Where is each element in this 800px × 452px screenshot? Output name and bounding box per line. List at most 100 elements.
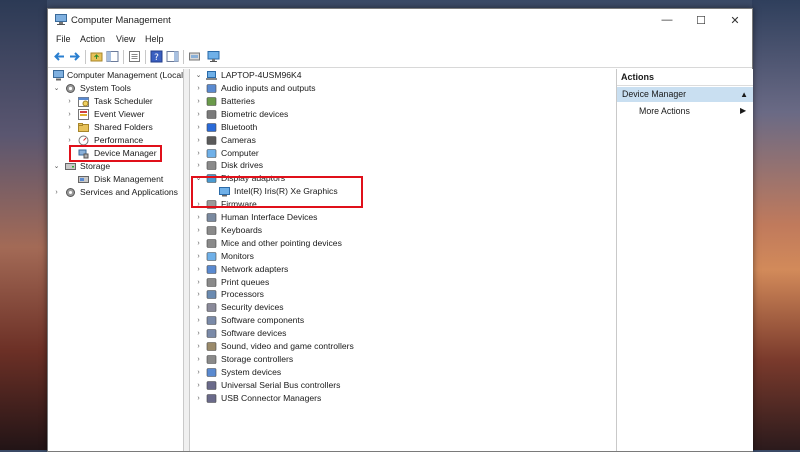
device-tree-root[interactable]: ⌄ LAPTOP-4USM96K4 bbox=[194, 69, 594, 82]
chevron-right-icon[interactable]: › bbox=[194, 301, 203, 314]
device-category-universal-serial-bus-controllers[interactable]: › Universal Serial Bus controllers bbox=[194, 379, 594, 392]
minimize-button[interactable]: — bbox=[650, 9, 684, 31]
chevron-right-icon[interactable]: › bbox=[194, 237, 203, 250]
tree-item-computer-management[interactable]: Computer Management (Local bbox=[52, 69, 183, 82]
device-category-usb-connector-managers[interactable]: › USB Connector Managers bbox=[194, 392, 594, 405]
chevron-right-icon[interactable]: › bbox=[65, 108, 74, 121]
device-category-mice-and-other-pointing-devices[interactable]: › Mice and other pointing devices bbox=[194, 237, 594, 250]
close-button[interactable]: ✕ bbox=[718, 9, 752, 31]
device-category-processors[interactable]: › Processors bbox=[194, 288, 594, 301]
scan-hardware-icon[interactable] bbox=[188, 50, 201, 63]
chevron-right-icon[interactable]: › bbox=[194, 134, 203, 147]
properties-icon[interactable] bbox=[128, 50, 141, 63]
device-tree-pane: ⌄ LAPTOP-4USM96K4 › Audio inputs and outp… bbox=[190, 69, 616, 451]
storage-icon bbox=[65, 163, 76, 170]
help-icon[interactable]: ? bbox=[150, 50, 163, 63]
chevron-right-icon[interactable]: › bbox=[194, 340, 203, 353]
up-folder-icon[interactable] bbox=[90, 50, 103, 63]
chevron-right-icon[interactable]: › bbox=[194, 392, 203, 405]
chevron-right-icon[interactable]: › bbox=[194, 147, 203, 160]
show-hide-action-pane-icon[interactable] bbox=[166, 50, 179, 63]
actions-device-manager[interactable]: Device Manager ▲ bbox=[617, 87, 753, 102]
monitor-icon[interactable] bbox=[207, 50, 220, 63]
menu-help[interactable]: Help bbox=[145, 34, 164, 44]
chevron-right-icon[interactable]: › bbox=[194, 327, 203, 340]
device-category-storage-controllers[interactable]: › Storage controllers bbox=[194, 353, 594, 366]
chevron-down-icon[interactable]: ⌄ bbox=[52, 160, 61, 173]
chevron-right-icon[interactable]: › bbox=[194, 95, 203, 108]
device-category-security-devices[interactable]: › Security devices bbox=[194, 301, 594, 314]
menu-action[interactable]: Action bbox=[80, 34, 105, 44]
chevron-right-icon[interactable]: › bbox=[65, 95, 74, 108]
chevron-right-icon[interactable]: › bbox=[194, 121, 203, 134]
collapse-up-icon[interactable]: ▲ bbox=[740, 87, 748, 102]
more-actions-item[interactable]: More Actions bbox=[639, 106, 690, 116]
chevron-right-icon[interactable]: › bbox=[52, 186, 61, 199]
device-category-software-devices[interactable]: › Software devices bbox=[194, 327, 594, 340]
chevron-right-icon[interactable]: › bbox=[194, 314, 203, 327]
chevron-right-icon[interactable]: › bbox=[194, 379, 203, 392]
device-pane-scrollbar[interactable] bbox=[602, 69, 617, 451]
back-arrow-icon[interactable] bbox=[53, 50, 66, 63]
chevron-right-icon[interactable]: › bbox=[194, 250, 203, 263]
menu-file[interactable]: File bbox=[56, 34, 71, 44]
device-category-keyboards[interactable]: › Keyboards bbox=[194, 224, 594, 237]
device-category-batteries[interactable]: › Batteries bbox=[194, 95, 594, 108]
toolbar-separator bbox=[85, 50, 86, 64]
tree-item-system-tools[interactable]: ⌄ System Tools bbox=[52, 82, 182, 95]
forward-arrow-icon[interactable] bbox=[68, 50, 81, 63]
tree-item-event-viewer[interactable]: › Event Viewer bbox=[52, 108, 182, 121]
chevron-right-icon[interactable]: › bbox=[194, 82, 203, 95]
device-category-cameras[interactable]: › Cameras bbox=[194, 134, 594, 147]
desktop-wallpaper-left bbox=[0, 0, 47, 450]
svg-text:?: ? bbox=[154, 53, 159, 63]
device-category-network-adapters[interactable]: › Network adapters bbox=[194, 263, 594, 276]
show-hide-console-tree-icon[interactable] bbox=[106, 50, 119, 63]
tree-item-shared-folders[interactable]: › Shared Folders bbox=[52, 121, 182, 134]
chevron-right-icon[interactable]: › bbox=[194, 108, 203, 121]
device-category-icon bbox=[206, 122, 217, 132]
device-category-monitors[interactable]: › Monitors bbox=[194, 250, 594, 263]
tree-item-task-scheduler[interactable]: › Task Scheduler bbox=[52, 95, 182, 108]
device-category-icon bbox=[206, 109, 217, 119]
pane-splitter[interactable] bbox=[183, 69, 190, 451]
tree-label: Shared Folders bbox=[94, 122, 153, 132]
device-category-label: System devices bbox=[221, 366, 282, 377]
maximize-button[interactable]: ☐ bbox=[684, 9, 718, 31]
chevron-right-icon[interactable]: › bbox=[194, 224, 203, 237]
chevron-right-icon[interactable]: › bbox=[194, 276, 203, 289]
window-title: Computer Management bbox=[71, 15, 171, 26]
device-category-label: Biometric devices bbox=[221, 108, 289, 119]
device-category-bluetooth[interactable]: › Bluetooth bbox=[194, 121, 594, 134]
computer-management-icon bbox=[53, 70, 64, 81]
device-category-icon bbox=[206, 290, 217, 300]
device-category-icon bbox=[206, 367, 217, 377]
computer-management-window: Computer Management — ☐ ✕ File Action Vi… bbox=[47, 8, 753, 452]
chevron-right-icon[interactable]: › bbox=[194, 353, 203, 366]
device-category-audio-inputs-and-outputs[interactable]: › Audio inputs and outputs bbox=[194, 82, 594, 95]
device-category-human-interface-devices[interactable]: › Human Interface Devices bbox=[194, 211, 594, 224]
device-category-disk-drives[interactable]: › Disk drives bbox=[194, 159, 594, 172]
device-category-label: Software devices bbox=[221, 328, 287, 339]
device-category-computer[interactable]: › Computer bbox=[194, 147, 594, 160]
chevron-right-icon[interactable]: › bbox=[194, 288, 203, 301]
toolbar: ? bbox=[48, 47, 752, 68]
device-category-software-components[interactable]: › Software components bbox=[194, 314, 594, 327]
device-category-biometric-devices[interactable]: › Biometric devices bbox=[194, 108, 594, 121]
tree-item-services-and-applications[interactable]: › Services and Applications bbox=[52, 186, 182, 199]
device-category-label: Cameras bbox=[221, 134, 256, 145]
chevron-right-icon[interactable]: › bbox=[65, 121, 74, 134]
chevron-down-icon[interactable]: ⌄ bbox=[194, 69, 203, 82]
device-category-label: Audio inputs and outputs bbox=[221, 83, 316, 93]
menu-view[interactable]: View bbox=[116, 34, 135, 44]
chevron-right-icon[interactable]: › bbox=[194, 211, 203, 224]
chevron-down-icon[interactable]: ⌄ bbox=[52, 82, 61, 95]
tree-item-disk-management[interactable]: Disk Management bbox=[52, 173, 182, 186]
device-category-system-devices[interactable]: › System devices bbox=[194, 366, 594, 379]
device-category-sound-video-and-game-controllers[interactable]: › Sound, video and game controllers bbox=[194, 340, 594, 353]
device-category-print-queues[interactable]: › Print queues bbox=[194, 276, 594, 289]
submenu-arrow-icon[interactable]: ▶ bbox=[740, 106, 746, 115]
chevron-right-icon[interactable]: › bbox=[194, 159, 203, 172]
chevron-right-icon[interactable]: › bbox=[194, 263, 203, 276]
chevron-right-icon[interactable]: › bbox=[194, 366, 203, 379]
